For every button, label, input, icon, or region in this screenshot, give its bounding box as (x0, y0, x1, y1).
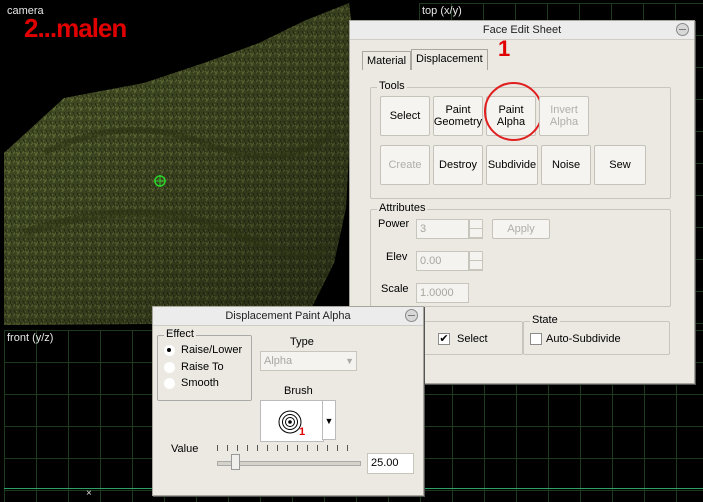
paint-alpha-window: Displacement Paint Alpha Effect Raise/Lo… (152, 306, 424, 496)
type-label: Type (290, 336, 314, 348)
apply-button[interactable]: Apply (492, 219, 550, 239)
paint-alpha-title-text: Displacement Paint Alpha (225, 310, 351, 322)
elev-field[interactable]: 0.00 (416, 251, 469, 271)
scale-label: Scale (381, 283, 409, 295)
invert-alpha-button[interactable]: Invert Alpha (539, 96, 589, 136)
brush-target-icon (278, 410, 302, 434)
chevron-down-icon: ▼ (345, 356, 354, 366)
paint-geometry-label: Paint Geometry (433, 104, 483, 128)
raise-lower-label: Raise/Lower (181, 344, 243, 356)
sew-button[interactable]: Sew (594, 145, 646, 185)
invert-alpha-label: Invert Alpha (549, 104, 579, 128)
value-slider-thumb[interactable] (231, 454, 241, 470)
subdivide-button[interactable]: Subdivide (486, 145, 538, 185)
radio-smooth[interactable] (164, 378, 175, 389)
face-edit-sheet-title[interactable]: Face Edit Sheet (350, 21, 694, 40)
front-viewport-label: front (y/z) (7, 332, 54, 344)
select-checkbox[interactable]: ✔ (438, 333, 450, 345)
paint-alpha-highlight (484, 82, 543, 141)
power-field[interactable]: 3 (416, 219, 469, 239)
brush-label: Brush (284, 385, 313, 397)
tools-group-label: Tools (377, 80, 407, 92)
raise-to-label: Raise To (181, 361, 224, 373)
annotation-step-2: 2...malen (24, 13, 127, 43)
attributes-group-label: Attributes (377, 202, 428, 214)
power-spinner[interactable] (469, 219, 483, 239)
select-checkbox-label: Select (457, 333, 488, 345)
close-icon[interactable] (405, 309, 418, 322)
create-button[interactable]: Create (380, 145, 430, 185)
auto-subdivide-label: Auto-Subdivide (546, 333, 621, 345)
paint-alpha-title[interactable]: Displacement Paint Alpha (153, 307, 423, 326)
value-field[interactable]: 25.00 (367, 453, 414, 474)
annotation-step-1: 1 (498, 36, 511, 61)
destroy-button[interactable]: Destroy (433, 145, 483, 185)
face-edit-sheet-title-text: Face Edit Sheet (482, 24, 562, 36)
chevron-down-icon: ▼ (324, 416, 334, 426)
type-select[interactable]: Alpha ▼ (260, 351, 357, 371)
paint-geometry-button[interactable]: Paint Geometry (433, 96, 483, 136)
tab-displacement[interactable]: Displacement (411, 49, 488, 70)
type-select-value: Alpha (264, 355, 293, 367)
brush-annotation: 1 (299, 426, 306, 438)
smooth-label: Smooth (181, 377, 219, 389)
value-slider-ticks (217, 445, 357, 451)
brush-picker[interactable]: 1 (260, 400, 324, 442)
front-origin-marker: × (86, 488, 92, 499)
elev-spinner[interactable] (469, 251, 483, 271)
elev-label: Elev (386, 251, 408, 263)
close-icon[interactable] (676, 23, 689, 36)
state-group-label: State (530, 314, 560, 326)
auto-subdivide-checkbox[interactable] (530, 333, 542, 345)
scale-field[interactable]: 1.0000 (416, 283, 469, 303)
power-label: Power (378, 218, 410, 230)
tab-strip: Material Displacement (350, 49, 694, 71)
noise-button[interactable]: Noise (541, 145, 591, 185)
brush-dropdown-button[interactable]: ▼ (322, 400, 336, 440)
effect-group-label: Effect (164, 328, 196, 340)
select-tool-button[interactable]: Select (380, 96, 430, 136)
radio-raise-to[interactable] (164, 362, 175, 373)
top-viewport-label: top (x/y) (422, 5, 462, 17)
radio-raise-lower[interactable] (164, 345, 175, 356)
value-label: Value (171, 443, 199, 455)
tab-material[interactable]: Material (362, 51, 412, 70)
